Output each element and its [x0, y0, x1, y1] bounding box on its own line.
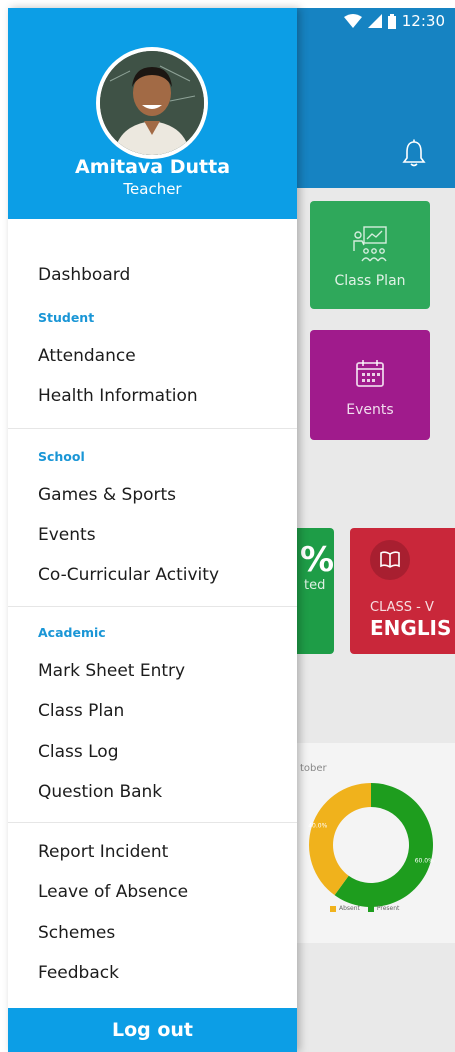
- menu-item-class-plan[interactable]: Class Plan: [38, 701, 124, 721]
- user-name: Amitava Dutta: [74, 156, 231, 178]
- class-subject-tile[interactable]: CLASS - V ENGLIS: [350, 528, 455, 654]
- legend-present: Present: [367, 905, 400, 912]
- signal-icon: [367, 14, 382, 28]
- class-plan-tile[interactable]: Class Plan: [310, 201, 430, 309]
- battery-icon: [387, 13, 396, 29]
- user-role: Teacher: [123, 180, 182, 198]
- bell-icon[interactable]: [401, 139, 427, 171]
- class-plan-tile-label: Class Plan: [334, 273, 406, 289]
- class-caption: CLASS - V: [370, 600, 434, 615]
- class-plan-icon: [350, 225, 390, 267]
- legend-absent: Absent: [330, 905, 360, 912]
- book-icon: [380, 551, 400, 573]
- menu-item-leave-of-absence[interactable]: Leave of Absence: [38, 882, 188, 902]
- events-tile[interactable]: Events: [310, 330, 430, 440]
- section-label-academic: Academic: [38, 625, 106, 640]
- menu-divider: [8, 428, 297, 429]
- menu-item-class-log[interactable]: Class Log: [38, 742, 119, 762]
- class-subject: ENGLIS: [370, 616, 452, 640]
- menu-item-dashboard[interactable]: Dashboard: [38, 265, 130, 285]
- menu-item-co-curricular-activity[interactable]: Co-Curricular Activity: [38, 565, 219, 585]
- book-icon-circle: [370, 540, 410, 580]
- menu-item-report-incident[interactable]: Report Incident: [38, 842, 168, 862]
- avatar[interactable]: [96, 47, 208, 159]
- chart-month: tober: [300, 763, 327, 774]
- navigation-drawer: Amitava Dutta Teacher Dashboard Student …: [8, 8, 297, 1052]
- legend-absent-label: Absent: [339, 905, 360, 912]
- drawer-header: Amitava Dutta Teacher: [8, 8, 297, 219]
- attendance-donut-chart: 60.0% 40.0%: [308, 783, 434, 907]
- menu-item-attendance[interactable]: Attendance: [38, 346, 136, 366]
- legend-present-label: Present: [376, 905, 400, 912]
- avatar-photo: [100, 51, 204, 155]
- donut-value-label-present: 60.0%: [415, 857, 434, 864]
- section-label-student: Student: [38, 310, 95, 325]
- logout-button[interactable]: Log out: [8, 1008, 297, 1052]
- chart-legend: Absent Present: [330, 905, 399, 912]
- events-tile-label: Events: [346, 402, 394, 418]
- menu-item-health-information[interactable]: Health Information: [38, 386, 198, 406]
- calendar-icon: [355, 358, 385, 392]
- menu-item-schemes[interactable]: Schemes: [38, 923, 115, 943]
- menu-item-feedback[interactable]: Feedback: [38, 963, 119, 983]
- donut-slice-absent: [309, 783, 371, 896]
- donut-value-label-absent: 40.0%: [308, 823, 327, 830]
- status-time: 12:30: [401, 12, 445, 30]
- percent-symbol: %: [300, 540, 335, 580]
- wifi-icon: [343, 14, 362, 28]
- section-label-school: School: [38, 449, 85, 464]
- menu-item-question-bank[interactable]: Question Bank: [38, 782, 162, 802]
- menu-item-games-sports[interactable]: Games & Sports: [38, 485, 176, 505]
- menu-divider: [8, 606, 297, 607]
- menu-divider: [8, 822, 297, 823]
- menu-item-mark-sheet-entry[interactable]: Mark Sheet Entry: [38, 661, 185, 681]
- menu-item-events[interactable]: Events: [38, 525, 96, 545]
- percent-caption: ted: [304, 578, 326, 593]
